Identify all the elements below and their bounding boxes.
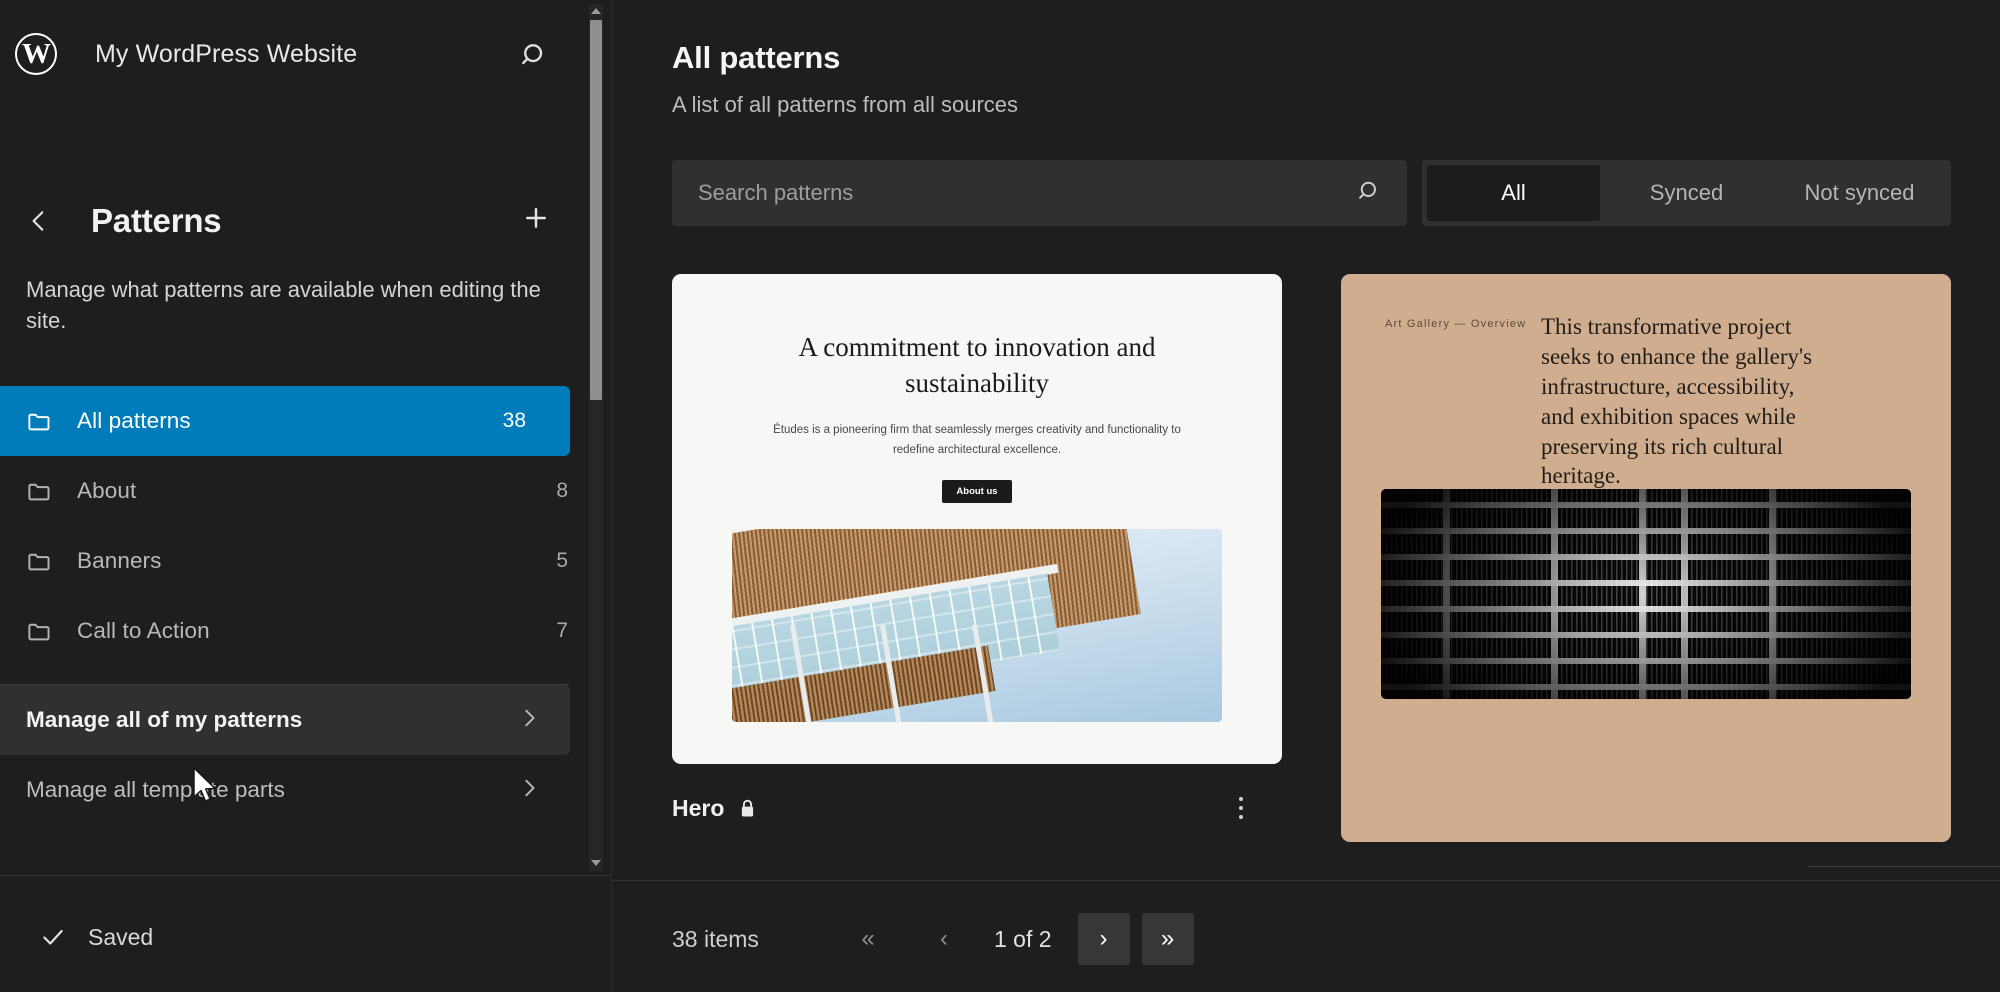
pattern-preview[interactable]: A commitment to innovation and sustainab… bbox=[672, 274, 1282, 764]
wordpress-logo-letter: W bbox=[22, 37, 51, 70]
folder-icon bbox=[26, 408, 53, 435]
sidebar-item-label: Manage all template parts bbox=[26, 777, 285, 803]
sidebar-vertical-scrollbar[interactable] bbox=[589, 4, 603, 870]
scroll-up-arrow-icon[interactable] bbox=[589, 4, 603, 18]
sidebar: W My WordPress Website Patterns Manage w… bbox=[0, 0, 612, 998]
pattern-preview[interactable]: Art Gallery — Overview This transformati… bbox=[1341, 274, 1951, 842]
main-inner: All patterns A list of all patterns from… bbox=[612, 0, 2000, 842]
window-bottom-edge bbox=[0, 992, 2000, 998]
preview-about-us-button[interactable]: About us bbox=[942, 480, 1012, 504]
architecture-photo bbox=[732, 529, 1222, 723]
scrollbar-thumb[interactable] bbox=[590, 20, 602, 400]
tab-all[interactable]: All bbox=[1427, 165, 1600, 221]
sidebar-footer: Saved bbox=[0, 875, 612, 998]
first-page-button[interactable]: « bbox=[842, 913, 894, 965]
sidebar-item-label: About bbox=[77, 478, 137, 504]
main-heading: All patterns bbox=[672, 40, 841, 75]
previous-page-button[interactable]: ‹ bbox=[918, 913, 970, 965]
wordpress-site-editor: W My WordPress Website Patterns Manage w… bbox=[0, 0, 2000, 998]
search-input[interactable] bbox=[698, 180, 1357, 206]
sidebar-item-label: Banners bbox=[77, 548, 162, 574]
pattern-actions-kebab-menu-icon[interactable] bbox=[1226, 792, 1256, 824]
sidebar-title-row: Patterns bbox=[0, 190, 612, 252]
chevron-right-icon bbox=[518, 777, 540, 804]
check-icon bbox=[40, 924, 66, 950]
sidebar-item-manage-all-template-parts[interactable]: Manage all template parts bbox=[0, 755, 570, 825]
sidebar-header: W My WordPress Website bbox=[0, 0, 612, 108]
page-title: Patterns bbox=[91, 202, 222, 239]
sidebar-item-count: 8 bbox=[556, 479, 568, 503]
search-patterns-field[interactable] bbox=[672, 160, 1407, 226]
patterns-toolbar: All Synced Not synced bbox=[672, 160, 1951, 226]
sidebar-item-banners[interactable]: Banners 5 bbox=[0, 526, 612, 596]
main-content: All patterns A list of all patterns from… bbox=[612, 0, 2000, 998]
sidebar-item-about[interactable]: About 8 bbox=[0, 456, 612, 526]
sidebar-item-label: All patterns bbox=[77, 408, 191, 434]
preview-body: Études is a pioneering firm that seamles… bbox=[773, 423, 1181, 456]
page-position-label: 1 of 2 bbox=[994, 925, 1052, 952]
main-subheading: A list of all patterns from all sources bbox=[672, 92, 1019, 117]
tab-not-synced[interactable]: Not synced bbox=[1773, 165, 1946, 221]
sidebar-item-count: 38 bbox=[502, 409, 526, 433]
last-page-button[interactable]: » bbox=[1141, 913, 1194, 965]
patterns-grid: A commitment to innovation and sustainab… bbox=[672, 274, 1951, 842]
add-pattern-plus-icon[interactable] bbox=[513, 195, 559, 241]
sidebar-search-icon[interactable] bbox=[514, 34, 556, 76]
building-facade-photo bbox=[1381, 489, 1911, 699]
pattern-title-row: Hero bbox=[672, 790, 1282, 826]
chevron-right-icon bbox=[518, 707, 540, 734]
item-count-label: 38 items bbox=[672, 925, 759, 952]
sidebar-item-label: Manage all of my patterns bbox=[26, 707, 303, 733]
sidebar-item-all-patterns[interactable]: All patterns 38 bbox=[0, 386, 570, 457]
folder-icon bbox=[26, 478, 53, 505]
pattern-item-hero: A commitment to innovation and sustainab… bbox=[672, 274, 1282, 842]
sidebar-description: Manage what patterns are available when … bbox=[26, 277, 541, 334]
pattern-item-art-gallery: Art Gallery — Overview This transformati… bbox=[1341, 274, 1951, 842]
content-scroll-indicator bbox=[1807, 866, 2000, 867]
save-status-label: Saved bbox=[88, 923, 154, 950]
save-status-button[interactable]: Saved bbox=[40, 924, 153, 951]
sidebar-item-call-to-action[interactable]: Call to Action 7 bbox=[0, 596, 612, 666]
sidebar-item-manage-all-my-patterns[interactable]: Manage all of my patterns bbox=[0, 685, 570, 756]
folder-icon bbox=[26, 548, 53, 575]
site-title: My WordPress Website bbox=[95, 39, 358, 68]
lock-icon bbox=[738, 798, 757, 819]
wordpress-logo-icon[interactable]: W bbox=[15, 33, 57, 75]
sidebar-item-count: 5 bbox=[556, 549, 568, 573]
sidebar-item-label: Call to Action bbox=[77, 618, 210, 644]
preview-body: This transformative project seeks to enh… bbox=[1541, 314, 1813, 489]
preview-heading: A commitment to innovation and sustainab… bbox=[798, 332, 1156, 398]
tab-synced[interactable]: Synced bbox=[1600, 165, 1773, 221]
pattern-category-list: All patterns 38 About 8 Banners 5 Call t… bbox=[0, 386, 612, 825]
next-page-button[interactable]: › bbox=[1077, 913, 1130, 965]
pagination-bar: 38 items « ‹ 1 of 2 › » bbox=[612, 880, 2000, 998]
sidebar-scroll-area: W My WordPress Website Patterns Manage w… bbox=[0, 0, 612, 875]
scroll-down-arrow-icon[interactable] bbox=[589, 856, 603, 870]
back-chevron-left-icon[interactable] bbox=[16, 198, 62, 244]
folder-icon bbox=[26, 618, 53, 645]
sidebar-item-count: 7 bbox=[556, 619, 568, 643]
sync-filter-tabs: All Synced Not synced bbox=[1422, 160, 1951, 226]
pattern-title: Hero bbox=[672, 794, 725, 821]
search-icon bbox=[1357, 178, 1383, 209]
